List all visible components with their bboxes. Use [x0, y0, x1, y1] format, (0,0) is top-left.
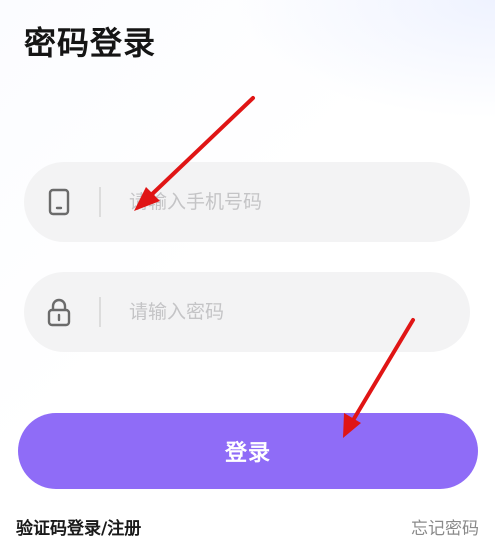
password-input[interactable]: [127, 300, 431, 324]
background-tint: [235, 0, 495, 120]
password-field[interactable]: [24, 272, 470, 352]
page-title: 密码登录: [24, 24, 157, 62]
field-divider: [99, 187, 101, 217]
phone-field[interactable]: [24, 162, 470, 242]
login-button[interactable]: 登录: [18, 413, 478, 489]
forgot-password-link[interactable]: 忘记密码: [411, 514, 479, 539]
phone-input[interactable]: [127, 190, 431, 214]
lock-icon: [44, 297, 74, 327]
field-divider: [99, 297, 101, 327]
phone-icon: [44, 187, 74, 217]
sms-login-register-link[interactable]: 验证码登录/注册: [16, 514, 141, 539]
